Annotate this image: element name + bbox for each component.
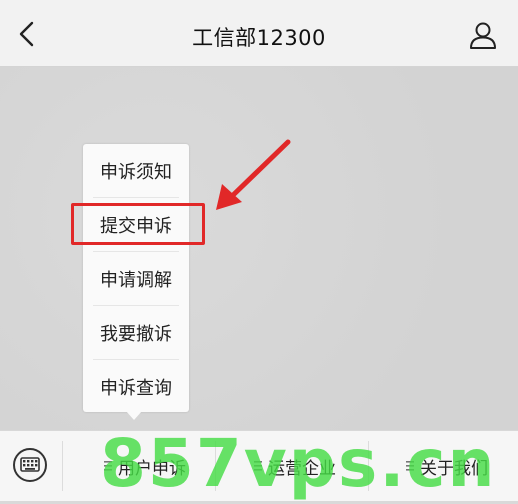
menu-item-apply-mediation[interactable]: 申请调解	[93, 252, 179, 306]
menu-pointer	[126, 411, 142, 420]
highlight-box	[71, 203, 205, 245]
top-navigation-bar: 工信部12300	[0, 0, 518, 67]
red-arrow-icon	[216, 139, 291, 210]
submenu-popup: 申诉须知 提交申诉 申请调解 我要撤诉 申诉查询	[83, 144, 189, 412]
menu-item-withdraw-complaint[interactable]: 我要撤诉	[93, 306, 179, 360]
page-title: 工信部12300	[192, 26, 326, 50]
chat-area	[0, 67, 518, 430]
keyboard-icon[interactable]	[12, 447, 48, 483]
divider	[62, 441, 63, 491]
menu-item-complaint-query[interactable]: 申诉查询	[93, 360, 179, 413]
menu-item-label: 申诉须知	[100, 161, 172, 183]
menu-item-label: 申诉查询	[100, 377, 172, 399]
menu-item-complaint-notice[interactable]: 申诉须知	[93, 144, 179, 198]
user-icon[interactable]	[468, 20, 498, 50]
menu-item-label: 我要撤诉	[100, 323, 172, 345]
watermark: 857vps.cn	[100, 425, 497, 502]
menu-item-label: 申请调解	[100, 269, 172, 291]
